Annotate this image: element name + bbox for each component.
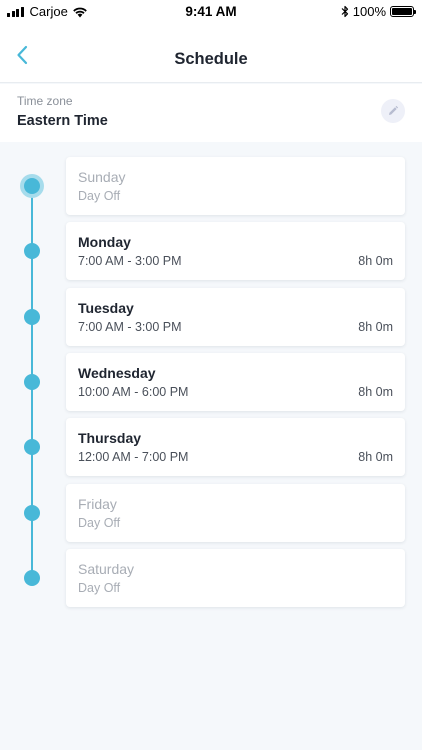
- edit-timezone-button[interactable]: [381, 99, 405, 123]
- battery-percent: 100%: [352, 4, 386, 19]
- day-hours: Day Off: [78, 516, 121, 530]
- day-card-thursday[interactable]: Thursday 12:00 AM - 7:00 PM 8h 0m: [66, 418, 405, 476]
- timeline-dot: [24, 439, 40, 455]
- timeline-dot: [24, 374, 40, 390]
- day-name: Tuesday: [78, 300, 134, 316]
- day-card-tuesday[interactable]: Tuesday 7:00 AM - 3:00 PM 8h 0m: [66, 288, 405, 346]
- timeline-dot: [24, 570, 40, 586]
- timeline-dot: [24, 243, 40, 259]
- day-card-wednesday[interactable]: Wednesday 10:00 AM - 6:00 PM 8h 0m: [66, 353, 405, 411]
- day-hours: Day Off: [78, 581, 121, 595]
- page-title: Schedule: [174, 50, 248, 68]
- timeline-dot: [24, 309, 40, 325]
- status-bar: Carjoe 9:41 AM 100%: [0, 0, 422, 24]
- day-duration: 8h 0m: [358, 385, 393, 399]
- battery-level: [392, 8, 412, 15]
- day-duration: 8h 0m: [358, 320, 393, 334]
- day-card-monday[interactable]: Monday 7:00 AM - 3:00 PM 8h 0m: [66, 222, 405, 280]
- day-name: Monday: [78, 234, 131, 250]
- pencil-icon: [389, 105, 399, 115]
- day-card-sunday[interactable]: Sunday Day Off: [66, 157, 405, 215]
- day-hours: 10:00 AM - 6:00 PM: [78, 385, 189, 399]
- battery-icon: [390, 6, 416, 17]
- timezone-value: Eastern Time: [17, 113, 108, 129]
- timezone-section: Time zone Eastern Time: [0, 84, 422, 142]
- day-name: Thursday: [78, 430, 142, 446]
- day-card-friday[interactable]: Friday Day Off: [66, 484, 405, 542]
- day-name: Friday: [78, 496, 117, 512]
- day-hours: Day Off: [78, 189, 121, 203]
- day-name: Sunday: [78, 169, 126, 185]
- day-duration: 8h 0m: [358, 450, 393, 464]
- day-duration: 8h 0m: [358, 254, 393, 268]
- timezone-label: Time zone: [17, 94, 73, 108]
- day-name: Wednesday: [78, 365, 156, 381]
- timeline-dot: [20, 174, 44, 198]
- day-hours: 7:00 AM - 3:00 PM: [78, 320, 182, 334]
- nav-bar: Schedule: [0, 24, 422, 83]
- bluetooth-icon: [341, 5, 348, 18]
- timeline-dot-inner: [24, 178, 40, 194]
- day-hours: 12:00 AM - 7:00 PM: [78, 450, 189, 464]
- day-card-saturday[interactable]: Saturday Day Off: [66, 549, 405, 607]
- timeline-dot: [24, 505, 40, 521]
- status-right: 100%: [341, 4, 416, 19]
- day-name: Saturday: [78, 561, 135, 577]
- day-hours: 7:00 AM - 3:00 PM: [78, 254, 182, 268]
